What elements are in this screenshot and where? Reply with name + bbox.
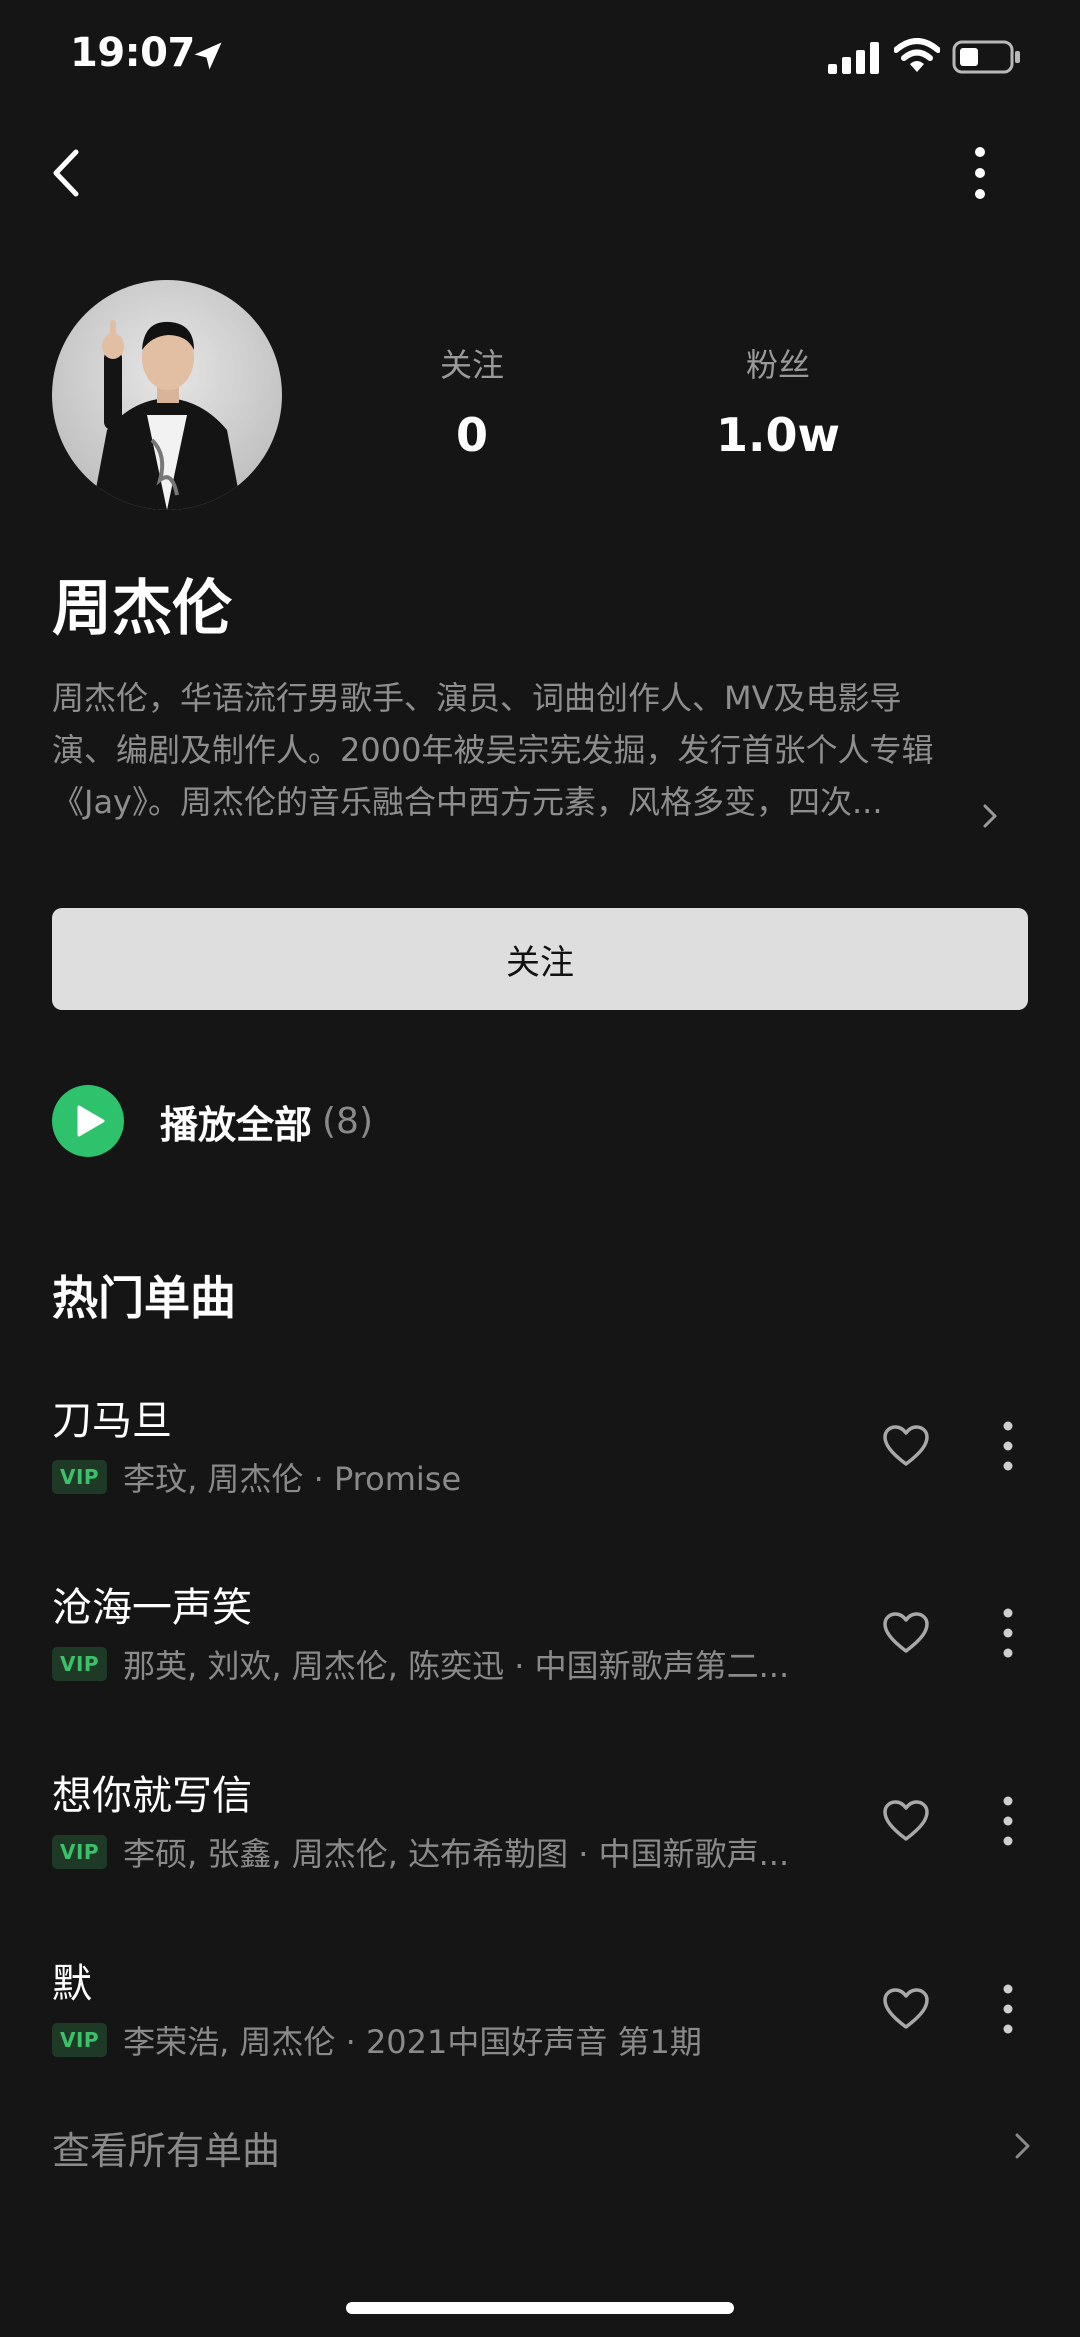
- heart-icon[interactable]: [882, 1611, 930, 1655]
- heart-icon[interactable]: [882, 1987, 930, 2031]
- song-artists-album: 李硕, 张鑫, 周杰伦, 达布希勒图 · 中国新歌声...: [123, 1835, 790, 1873]
- bio-line: 周杰伦，华语流行男歌手、演员、词曲创作人、MV及电影导: [52, 679, 902, 717]
- status-bar: 19:07: [0, 0, 1080, 120]
- song-item[interactable]: 沧海一声笑 VIP 那英, 刘欢, 周杰伦, 陈奕迅 · 中国新歌声第二...: [52, 1575, 1028, 1705]
- song-more-options-icon[interactable]: [998, 1979, 1018, 2039]
- play-icon: [52, 1085, 124, 1157]
- song-artists-album: 那英, 刘欢, 周杰伦, 陈奕迅 · 中国新歌声第二...: [123, 1647, 790, 1685]
- vip-badge: VIP: [52, 1460, 108, 1494]
- following-count: 0: [455, 408, 488, 462]
- followers-count: 1.0w: [716, 408, 840, 462]
- view-all-singles-label: 查看所有单曲: [52, 2129, 281, 2173]
- followers-label: 粉丝: [745, 346, 810, 384]
- bio-line: 演、编剧及制作人。2000年被吴宗宪发掘，发行首张个人专辑: [52, 731, 934, 769]
- artist-bio[interactable]: 周杰伦，华语流行男歌手、演员、词曲创作人、MV及电影导 演、编剧及制作人。200…: [52, 672, 1012, 828]
- heart-icon[interactable]: [882, 1799, 930, 1843]
- vip-badge: VIP: [52, 1647, 108, 1681]
- song-title: 刀马旦: [52, 1398, 172, 1444]
- chevron-right-icon: [1015, 2133, 1030, 2159]
- battery-icon: [952, 40, 1020, 74]
- song-artists-album: 李玟, 周杰伦 · Promise: [123, 1460, 462, 1498]
- song-more-options-icon[interactable]: [998, 1791, 1018, 1851]
- play-all-count: (8): [322, 1100, 374, 1142]
- play-all-button[interactable]: 播放全部 (8): [52, 1085, 373, 1157]
- song-meta: VIP 李硕, 张鑫, 周杰伦, 达布希勒图 · 中国新歌声...: [52, 1829, 789, 1875]
- heart-icon[interactable]: [882, 1424, 930, 1468]
- location-arrow-icon: [194, 42, 222, 70]
- back-button[interactable]: [40, 138, 96, 208]
- song-item[interactable]: 刀马旦 VIP 李玟, 周杰伦 · Promise: [52, 1388, 1028, 1518]
- artist-avatar: [52, 280, 282, 510]
- vip-badge: VIP: [52, 2023, 108, 2057]
- song-item[interactable]: 默 VIP 李荣浩, 周杰伦 · 2021中国好声音 第1期: [52, 1951, 1028, 2081]
- view-all-singles-button[interactable]: 查看所有单曲: [52, 2120, 1030, 2180]
- song-meta: VIP 李荣浩, 周杰伦 · 2021中国好声音 第1期: [52, 2017, 702, 2063]
- followers-stat[interactable]: 粉丝 1.0w: [668, 340, 888, 462]
- vip-badge: VIP: [52, 1835, 108, 1869]
- follow-button-label: 关注: [506, 942, 574, 983]
- following-stat[interactable]: 关注 0: [362, 340, 582, 462]
- following-label: 关注: [439, 346, 504, 384]
- section-title-hot-singles: 热门单曲: [52, 1271, 236, 1325]
- song-meta: VIP 那英, 刘欢, 周杰伦, 陈奕迅 · 中国新歌声第二...: [52, 1641, 789, 1687]
- wifi-icon: [894, 38, 940, 72]
- cellular-signal-icon: [828, 42, 879, 74]
- bio-expand-chevron-icon[interactable]: [978, 800, 1002, 832]
- song-item[interactable]: 想你就写信 VIP 李硕, 张鑫, 周杰伦, 达布希勒图 · 中国新歌声...: [52, 1763, 1028, 1893]
- song-more-options-icon[interactable]: [998, 1603, 1018, 1663]
- song-title: 想你就写信: [52, 1773, 252, 1819]
- artist-name: 周杰伦: [52, 574, 232, 644]
- song-meta: VIP 李玟, 周杰伦 · Promise: [52, 1454, 461, 1500]
- home-indicator: [346, 2302, 734, 2314]
- song-title: 沧海一声笑: [52, 1585, 252, 1631]
- play-all-label: 播放全部: [160, 1102, 313, 1147]
- follow-button[interactable]: 关注: [52, 908, 1028, 1010]
- status-time: 19:07: [70, 30, 195, 76]
- bio-line: 《Jay》。周杰伦的音乐融合中西方元素，风格多变，四次...: [52, 783, 883, 821]
- song-artists-album: 李荣浩, 周杰伦 · 2021中国好声音 第1期: [123, 2023, 702, 2061]
- more-options-button[interactable]: [960, 140, 1000, 206]
- song-more-options-icon[interactable]: [998, 1416, 1018, 1476]
- song-title: 默: [52, 1961, 92, 2007]
